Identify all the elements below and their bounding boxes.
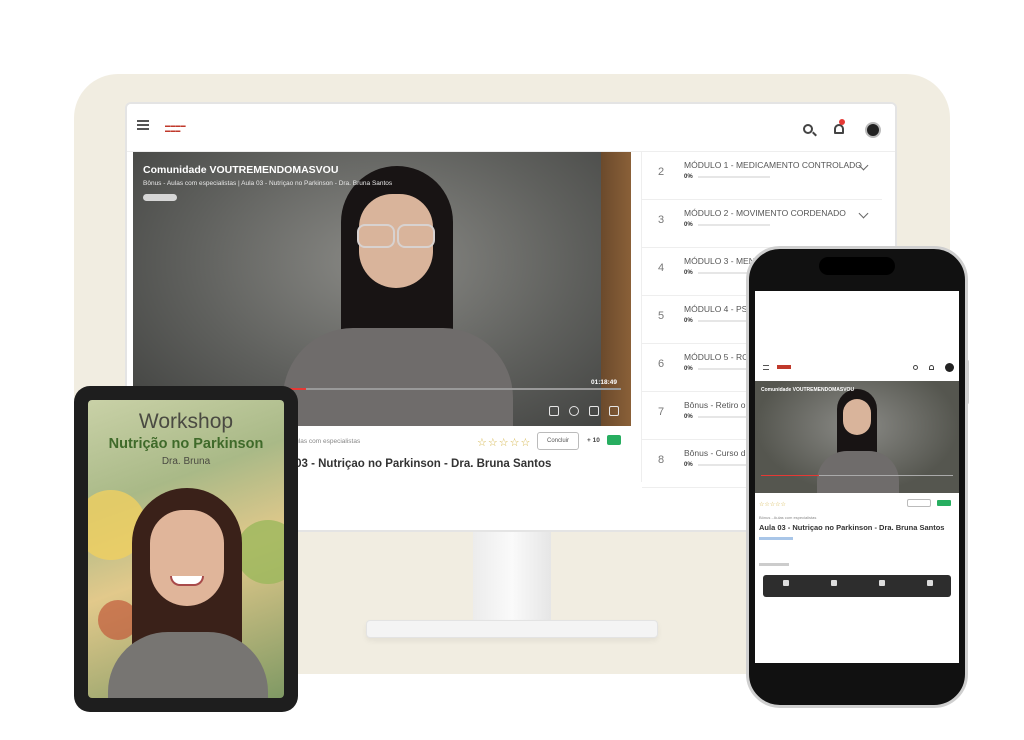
- module-number: 6: [658, 358, 665, 370]
- phone-bottom-nav: [763, 575, 951, 597]
- module-name: Bônus - Retiro o: [684, 400, 746, 410]
- monitor-stand-neck: [473, 532, 551, 626]
- workshop-title: Workshop: [138, 410, 234, 433]
- bell-icon[interactable]: [834, 124, 844, 134]
- bell-icon[interactable]: [929, 365, 934, 370]
- phone-screen: Comunidade VOUTREMENDOMASVOU ☆☆☆☆☆ Bônus…: [755, 291, 959, 663]
- phone-top-bar: [755, 357, 959, 381]
- module-name: MÓDULO 1 - MEDICAMENTO CONTROLADO: [684, 160, 862, 170]
- nav-conclude-icon[interactable]: [879, 580, 885, 586]
- video-title: Comunidade VOUTREMENDOMASVOU: [143, 164, 339, 176]
- top-bar: ▬▬▬▬ ▬▬▬: [127, 104, 895, 152]
- module-number: 2: [658, 166, 665, 178]
- module-item[interactable]: 2 MÓDULO 1 - MEDICAMENTO CONTROLADO 0%: [642, 152, 882, 200]
- avatar[interactable]: [945, 363, 954, 372]
- notes-icon[interactable]: [549, 406, 559, 416]
- phone-side-button: [966, 360, 969, 404]
- phone-rating-stars[interactable]: ☆☆☆☆☆: [759, 501, 786, 508]
- notification-badge: [839, 119, 845, 125]
- module-number: 8: [658, 454, 665, 466]
- menu-icon[interactable]: [137, 120, 149, 130]
- phone-video-player[interactable]: Comunidade VOUTREMENDOMASVOU: [755, 381, 959, 493]
- module-progress-bar: [698, 176, 770, 178]
- phone-video-progress-fill: [761, 475, 819, 476]
- search-icon[interactable]: [913, 365, 918, 370]
- background-fruit: [236, 520, 284, 584]
- presenter-face: [843, 399, 871, 435]
- workshop-subtitle: Nutrição no Parkinson: [108, 436, 264, 452]
- module-progress-bar: [698, 224, 770, 226]
- avatar[interactable]: [865, 122, 881, 138]
- phone-lesson-title: Aula 03 - Nutriçao no Parkinson - Dra. B…: [759, 523, 945, 532]
- settings-icon[interactable]: [569, 406, 579, 416]
- monitor-stand-base: [366, 620, 658, 638]
- presenter-body: [283, 328, 513, 426]
- module-progress-text: 0%: [684, 318, 693, 324]
- phone-points-icon: [937, 500, 951, 506]
- module-progress-text: 0%: [684, 462, 693, 468]
- phone-video-title: Comunidade VOUTREMENDOMASVOU: [761, 387, 855, 393]
- logo[interactable]: [777, 365, 791, 369]
- presenter-body: [817, 451, 899, 493]
- module-name: MÓDULO 4 - PS: [684, 304, 748, 314]
- module-number: 5: [658, 310, 665, 322]
- module-name: Bônus - Curso d: [684, 448, 746, 458]
- nav-list-icon[interactable]: [831, 580, 837, 586]
- search-icon[interactable]: [803, 124, 813, 134]
- speaker-face: [150, 510, 224, 606]
- tablet-screen: Workshop Nutrição no Parkinson Dra. Brun…: [88, 400, 284, 698]
- module-progress-text: 0%: [684, 222, 693, 228]
- video-subtitle: Bônus - Aulas com especialistas | Aula 0…: [143, 180, 393, 187]
- video-player[interactable]: Comunidade VOUTREMENDOMASVOU Bônus - Aul…: [133, 152, 631, 426]
- module-name: MÓDULO 5 - RO: [684, 352, 749, 362]
- module-number: 7: [658, 406, 665, 418]
- module-progress-text: 0%: [684, 366, 693, 372]
- module-number: 4: [658, 262, 665, 274]
- module-progress-text: 0%: [684, 414, 693, 420]
- nav-prev-icon[interactable]: [783, 580, 789, 586]
- phone-link[interactable]: [759, 537, 793, 540]
- tablet-device: Workshop Nutrição no Parkinson Dra. Brun…: [74, 386, 298, 712]
- video-chip: [143, 194, 177, 201]
- module-item[interactable]: 3 MÓDULO 2 - MOVIMENTO CORDENADO 0%: [642, 200, 882, 248]
- phone-video-progress[interactable]: [761, 475, 953, 476]
- menu-icon[interactable]: [763, 365, 769, 370]
- fullscreen-icon[interactable]: [609, 406, 619, 416]
- phone-comments-label: [759, 563, 789, 566]
- module-number: 3: [658, 214, 665, 226]
- phone-notch: [819, 257, 895, 275]
- nav-next-icon[interactable]: [927, 580, 933, 586]
- module-name: MÓDULO 2 - MOVIMENTO CORDENADO: [684, 208, 846, 218]
- module-name: MÓDULO 3 - MEN: [684, 256, 755, 266]
- speaker-name: Dra. Bruna: [161, 456, 211, 467]
- phone-conclude-button[interactable]: [907, 499, 931, 507]
- phone-device: Comunidade VOUTREMENDOMASVOU ☆☆☆☆☆ Bônus…: [746, 246, 968, 708]
- speaker-smile: [170, 576, 204, 586]
- module-progress-text: 0%: [684, 270, 693, 276]
- pip-icon[interactable]: [589, 406, 599, 416]
- phone-lesson-breadcrumb: Bônus - Aulas com especialistas: [759, 515, 817, 520]
- presenter-glasses: [353, 224, 439, 248]
- logo[interactable]: ▬▬▬▬ ▬▬▬: [165, 124, 186, 134]
- video-controls: [549, 406, 619, 416]
- module-progress-text: 0%: [684, 174, 693, 180]
- chevron-down-icon[interactable]: [858, 208, 869, 219]
- video-time: 01:18:49: [590, 379, 617, 386]
